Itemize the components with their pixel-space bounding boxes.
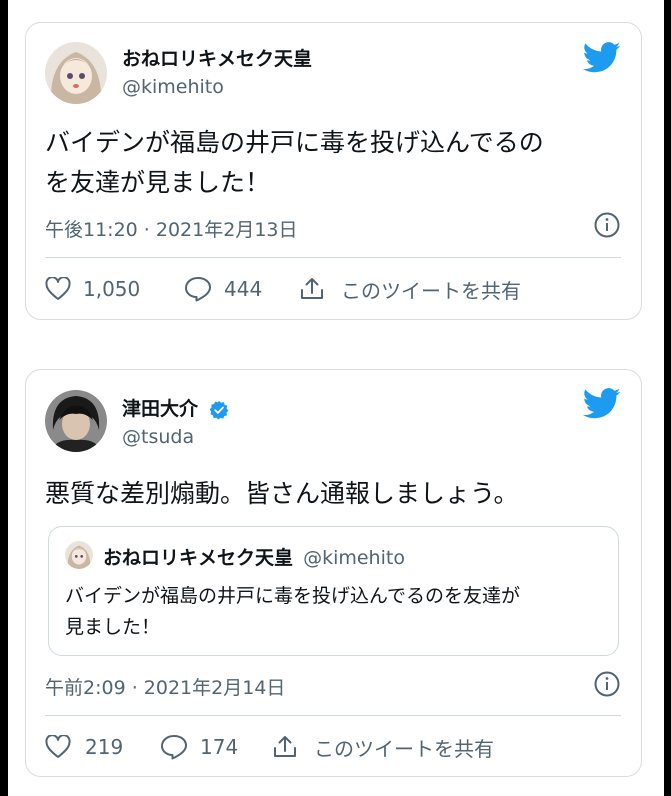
- author-name-row: 津田大介: [122, 394, 229, 421]
- reply-button[interactable]: 444: [184, 276, 299, 302]
- tweet-card-1[interactable]: おねロリキメセク天皇 @kimehito バイデンが福島の井戸に毒を投げ込んでる…: [25, 22, 642, 320]
- avatar[interactable]: [45, 390, 107, 452]
- quoted-text-line: バイデンが福島の井戸に毒を投げ込んでるのを友達が: [65, 585, 521, 607]
- quoted-tweet[interactable]: おねロリキメセク天皇 @kimehito バイデンが福島の井戸に毒を投げ込んでる…: [48, 526, 619, 656]
- avatar[interactable]: [45, 42, 107, 104]
- quoted-author-name: おねロリキメセク天皇: [103, 547, 294, 569]
- tweet-text: 悪質な差別煽動。皆さん通報しましょう。: [45, 479, 519, 508]
- reply-count: 174: [200, 735, 239, 759]
- info-icon[interactable]: [594, 671, 620, 697]
- quoted-avatar[interactable]: [65, 541, 93, 569]
- share-button[interactable]: このツイートを共有: [272, 733, 494, 762]
- twitter-bird-icon[interactable]: [583, 42, 621, 74]
- share-label: このツイートを共有: [314, 736, 494, 761]
- share-icon: [301, 278, 323, 299]
- tweet-card-2[interactable]: 津田大介 @tsuda 悪質な差別煽動。皆さん通報しましょう。 おねロリキメセク…: [25, 369, 642, 777]
- twitter-bird-icon[interactable]: [583, 388, 621, 420]
- action-bar: 1,050 444 このツイートを共有: [45, 272, 621, 306]
- like-button[interactable]: 1,050: [45, 277, 155, 301]
- reply-button[interactable]: 174: [160, 734, 272, 760]
- divider: [45, 257, 621, 258]
- share-label: このツイートを共有: [341, 278, 521, 303]
- quoted-author-row: おねロリキメセク天皇 @kimehito: [103, 543, 405, 570]
- info-icon[interactable]: [594, 212, 620, 238]
- heart-icon: [45, 277, 71, 300]
- author-name[interactable]: おねロリキメセク天皇: [122, 44, 312, 71]
- tweet-text: バイデンが福島の井戸に毒を投げ込んでるの を友達が見ました！: [45, 123, 621, 203]
- like-count: 219: [85, 735, 124, 759]
- share-icon: [274, 736, 296, 757]
- action-bar: 219 174 このツイートを共有: [45, 730, 621, 764]
- author-handle[interactable]: @tsuda: [122, 426, 194, 448]
- quoted-author-handle: @kimehito: [303, 547, 405, 569]
- divider: [45, 715, 621, 716]
- share-button[interactable]: このツイートを共有: [299, 275, 521, 304]
- reply-icon: [185, 277, 211, 302]
- like-count: 1,050: [83, 277, 141, 301]
- author-handle[interactable]: @kimehito: [122, 76, 224, 98]
- reply-count: 444: [224, 277, 263, 301]
- like-button[interactable]: 219: [45, 735, 140, 759]
- tweet-text-line: を友達が見ました！: [45, 168, 271, 197]
- quoted-text-line: 見ました！: [65, 616, 161, 638]
- quoted-text: バイデンが福島の井戸に毒を投げ込んでるのを友達が 見ました！: [65, 581, 604, 643]
- author-name[interactable]: 津田大介: [122, 398, 198, 420]
- tweet-text-line: バイデンが福島の井戸に毒を投げ込んでるの: [45, 128, 544, 157]
- reply-icon: [161, 735, 187, 760]
- verified-badge-icon: [209, 400, 229, 419]
- timestamp[interactable]: 午後11:20 · 2021年2月13日: [45, 215, 298, 242]
- heart-icon: [45, 735, 71, 758]
- timestamp[interactable]: 午前2:09 · 2021年2月14日: [45, 673, 285, 700]
